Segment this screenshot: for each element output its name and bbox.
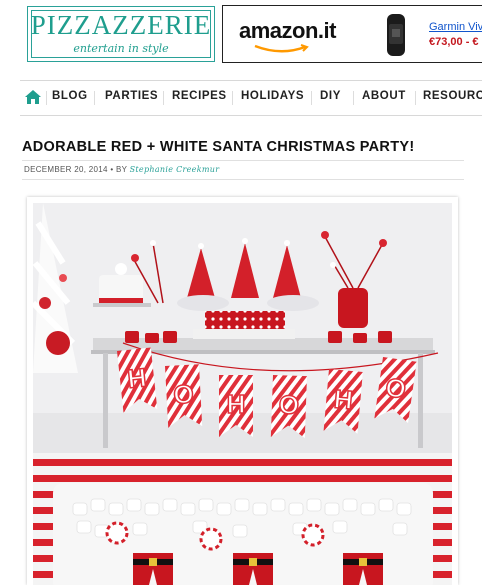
nav-item-diy[interactable]: DIY — [320, 90, 341, 102]
ad-price: €73,00 - € — [429, 36, 479, 48]
nav-item-recipes[interactable]: RECIPES — [172, 90, 227, 102]
nav-item-parties[interactable]: PARTIES — [105, 90, 158, 102]
amazon-smile-icon — [254, 44, 309, 53]
post-author-link[interactable]: Stephanie Creekmur — [130, 165, 220, 174]
nav-divider — [94, 91, 95, 105]
site-logo[interactable]: PIZZAZZERIE entertain in style — [27, 6, 215, 62]
christmas-party-photo: H O H O H O — [33, 203, 452, 585]
ad-product-link[interactable]: Garmin Viv — [429, 21, 482, 33]
nav-divider — [46, 91, 47, 105]
main-navigation: BLOG PARTIES RECIPES HOLIDAYS DIY ABOUT … — [20, 80, 482, 116]
svg-text:O: O — [278, 389, 299, 420]
nav-divider — [311, 91, 312, 105]
nav-item-blog[interactable]: BLOG — [52, 90, 88, 102]
post-photo[interactable]: H O H O H O — [27, 197, 458, 585]
nav-item-about[interactable]: ABOUT — [362, 90, 406, 102]
post-title[interactable]: ADORABLE RED + WHITE SANTA CHRISTMAS PAR… — [22, 139, 414, 155]
nav-divider — [163, 91, 164, 105]
amazon-ad-banner[interactable]: amazon.it Garmin Viv €73,00 - € — [222, 5, 482, 63]
logo-title: PIZZAZZERIE — [30, 10, 212, 40]
nav-divider — [415, 91, 416, 105]
post-by-label: • BY — [110, 165, 128, 174]
svg-text:H: H — [227, 389, 246, 419]
svg-text:H: H — [126, 362, 148, 394]
fitness-band-icon — [387, 14, 405, 56]
nav-item-resources[interactable]: RESOURCE — [423, 90, 482, 102]
post-meta-text: DECEMBER 20, 2014 • BY Stephanie Creekmu… — [24, 165, 219, 174]
logo-tagline: entertain in style — [73, 42, 169, 55]
post-date: DECEMBER 20, 2014 — [24, 165, 108, 174]
svg-text:O: O — [384, 372, 408, 405]
nav-item-holidays[interactable]: HOLIDAYS — [241, 90, 304, 102]
nav-divider — [232, 91, 233, 105]
home-icon[interactable] — [24, 89, 42, 105]
svg-text:H: H — [333, 384, 354, 416]
post-meta: DECEMBER 20, 2014 • BY Stephanie Creekmu… — [22, 160, 464, 180]
nav-divider — [353, 91, 354, 105]
amazon-logo: amazon.it — [239, 18, 336, 43]
svg-text:O: O — [173, 379, 195, 410]
